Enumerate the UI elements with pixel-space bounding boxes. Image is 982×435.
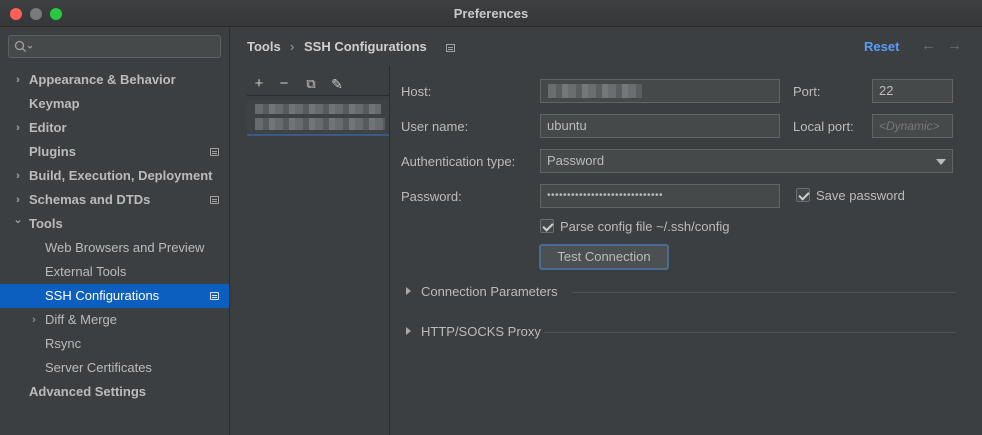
forward-arrow-icon[interactable]: → bbox=[947, 37, 962, 54]
chevron-right-icon[interactable]: › bbox=[13, 116, 23, 140]
sidebar-item-label: SSH Configurations bbox=[45, 288, 160, 303]
edit-icon[interactable]: ✎ bbox=[327, 74, 347, 94]
sidebar-item-tools[interactable]: ⌄ Tools bbox=[0, 212, 229, 236]
sidebar-item-label: Tools bbox=[29, 216, 63, 231]
section-divider bbox=[572, 292, 956, 293]
window-title: Preferences bbox=[453, 6, 529, 21]
sidebar-item-label: Editor bbox=[29, 120, 67, 135]
sidebar-item-label: Advanced Settings bbox=[29, 384, 147, 399]
sidebar-item-label: Build, Execution, Deployment bbox=[29, 168, 213, 183]
proxy-section[interactable]: HTTP/SOCKS Proxy bbox=[406, 323, 956, 343]
list-item[interactable] bbox=[247, 100, 389, 136]
sidebar-item-web-browsers-and-preview[interactable]: Web Browsers and Preview bbox=[0, 236, 229, 260]
sidebar-item-label: Keymap bbox=[29, 96, 80, 111]
port-label: Port: bbox=[793, 84, 821, 99]
expand-arrow-icon bbox=[406, 287, 411, 295]
sidebar-item-ssh-configurations[interactable]: SSH Configurations bbox=[0, 284, 229, 308]
title-bar: Preferences bbox=[0, 0, 982, 27]
auth-type-select[interactable]: Password bbox=[540, 149, 953, 173]
remove-icon[interactable]: − bbox=[274, 74, 294, 94]
project-scope-icon bbox=[210, 292, 219, 300]
sidebar-item-plugins[interactable]: Plugins bbox=[0, 140, 229, 164]
local-port-field[interactable]: <Dynamic> bbox=[872, 114, 953, 138]
password-label: Password: bbox=[401, 189, 462, 204]
redacted-host bbox=[255, 104, 381, 114]
project-scope-icon bbox=[210, 196, 219, 204]
sidebar-item-label: Plugins bbox=[29, 144, 76, 159]
section-title: Connection Parameters bbox=[421, 284, 558, 299]
sidebar-item-diff-merge[interactable]: › Diff & Merge bbox=[0, 308, 229, 332]
expand-arrow-icon bbox=[406, 327, 411, 335]
panel-divider bbox=[389, 66, 390, 435]
sidebar-item-label: Diff & Merge bbox=[45, 312, 118, 327]
parse-config-checkbox[interactable] bbox=[540, 219, 554, 233]
parse-config-label: Parse config file ~/.ssh/config bbox=[560, 219, 730, 234]
save-password-label: Save password bbox=[816, 188, 905, 203]
breadcrumb-parent[interactable]: Tools bbox=[247, 39, 281, 54]
add-icon[interactable]: + bbox=[249, 74, 269, 94]
search-input[interactable] bbox=[8, 35, 221, 58]
breadcrumb-separator: › bbox=[290, 39, 295, 54]
sidebar-item-label: Server Certificates bbox=[45, 360, 152, 375]
sidebar-item-keymap[interactable]: Keymap bbox=[0, 92, 229, 116]
sidebar-item-label: Rsync bbox=[45, 336, 82, 351]
save-password-checkbox[interactable] bbox=[796, 188, 810, 202]
settings-sidebar: › Appearance & Behavior Keymap › Editor Plugi… bbox=[0, 28, 230, 435]
port-field[interactable]: 22 bbox=[872, 79, 953, 103]
settings-header: Tools › SSH Configurations Reset ← → bbox=[231, 28, 982, 66]
copy-icon[interactable]: ⧉ bbox=[301, 74, 321, 94]
sidebar-item-editor[interactable]: › Editor bbox=[0, 116, 229, 140]
breadcrumb-current: SSH Configurations bbox=[304, 39, 427, 54]
test-connection-button[interactable]: Test Connection bbox=[539, 244, 669, 270]
back-arrow-icon[interactable]: ← bbox=[921, 37, 936, 54]
auth-type-value: Password bbox=[547, 153, 605, 168]
username-label: User name: bbox=[401, 119, 469, 134]
ssh-config-list: + − ⧉ ✎ bbox=[247, 72, 389, 435]
sidebar-item-label: Web Browsers and Preview bbox=[45, 240, 205, 255]
sidebar-item-rsync[interactable]: Rsync bbox=[0, 332, 229, 356]
sidebar-item-build-execution-deployment[interactable]: › Build, Execution, Deployment bbox=[0, 164, 229, 188]
connection-parameters-section[interactable]: Connection Parameters bbox=[406, 283, 956, 303]
section-title: HTTP/SOCKS Proxy bbox=[421, 324, 541, 339]
search-icon bbox=[14, 40, 33, 52]
list-toolbar: + − ⧉ ✎ bbox=[247, 72, 389, 96]
auth-type-label: Authentication type: bbox=[401, 154, 516, 169]
sidebar-item-appearance-behavior[interactable]: › Appearance & Behavior bbox=[0, 68, 229, 92]
sidebar-item-server-certificates[interactable]: Server Certificates bbox=[0, 356, 229, 380]
sidebar-item-label: Schemas and DTDs bbox=[29, 192, 151, 207]
project-scope-icon bbox=[446, 44, 455, 52]
chevron-right-icon[interactable]: › bbox=[13, 164, 23, 188]
project-scope-icon bbox=[210, 148, 219, 156]
local-port-label: Local port: bbox=[793, 119, 854, 134]
chevron-right-icon[interactable]: › bbox=[13, 68, 23, 92]
chevron-right-icon[interactable]: › bbox=[29, 308, 39, 332]
chevron-down-icon bbox=[936, 159, 946, 165]
sidebar-item-label: External Tools bbox=[45, 264, 127, 279]
redacted-host bbox=[255, 118, 385, 130]
chevron-down-icon[interactable]: ⌄ bbox=[13, 208, 23, 232]
host-label: Host: bbox=[401, 84, 432, 99]
redacted-host bbox=[548, 84, 642, 98]
sidebar-item-schemas-and-dtds[interactable]: › Schemas and DTDs bbox=[0, 188, 229, 212]
section-divider bbox=[544, 332, 956, 333]
username-field[interactable]: ubuntu bbox=[540, 114, 780, 138]
sidebar-item-external-tools[interactable]: External Tools bbox=[0, 260, 229, 284]
password-field[interactable]: ••••••••••••••••••••••••••••• bbox=[540, 184, 780, 208]
sidebar-item-label: Appearance & Behavior bbox=[29, 72, 176, 87]
reset-button[interactable]: Reset bbox=[864, 39, 899, 54]
sidebar-item-advanced-settings[interactable]: Advanced Settings bbox=[0, 380, 229, 404]
